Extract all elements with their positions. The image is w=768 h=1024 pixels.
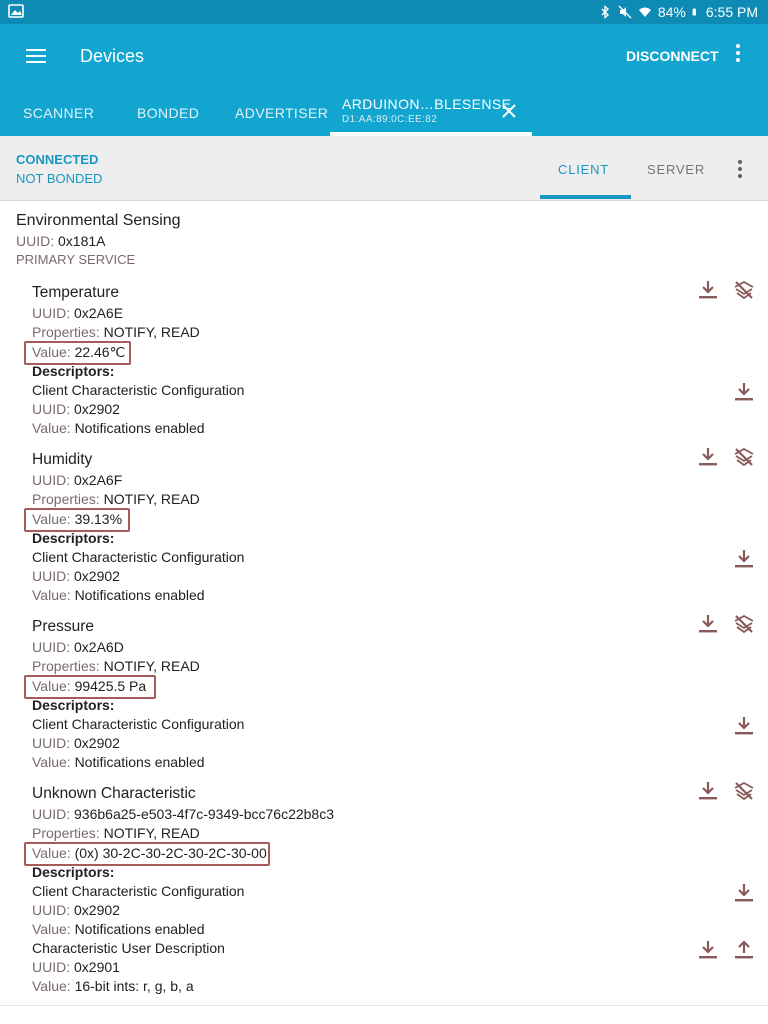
descriptor-uuid: UUID: 0x2902 [32, 401, 120, 417]
descriptor-uuid: UUID: 0x2902 [32, 902, 120, 918]
download-icon[interactable] [697, 613, 719, 635]
mute-icon [618, 5, 632, 19]
notify-off-icon[interactable] [733, 446, 755, 468]
clock: 6:55 PM [705, 4, 758, 20]
characteristic-name: Unknown Characteristic [32, 785, 196, 802]
notify-off-icon[interactable] [733, 780, 755, 802]
descriptor-value: Value: Notifications enabled [32, 420, 205, 436]
descriptor-value: Value: Notifications enabled [32, 587, 205, 603]
descriptor-value: Value: Notifications enabled [32, 921, 205, 937]
tab-client[interactable]: CLIENT [558, 162, 609, 177]
overflow-menu-button[interactable] [730, 44, 746, 68]
service-type: PRIMARY SERVICE [16, 252, 136, 267]
battery-percent: 84% [657, 4, 686, 20]
characteristic-name: Temperature [32, 284, 120, 301]
download-icon[interactable] [697, 939, 719, 961]
descriptors-heading: Descriptors: [32, 697, 115, 713]
client-tab-indicator [540, 195, 631, 199]
connection-overflow-button[interactable] [734, 160, 746, 180]
characteristic-value: Value: (0x) 30-2C-30-2C-30-2C-30-00 [32, 845, 267, 861]
tab-device[interactable]: ARDUINON…BLESENSE D1:AA:89:0C:EE:82 [342, 88, 532, 136]
characteristic-properties: Properties: NOTIFY, READ [32, 324, 200, 340]
characteristic-properties: Properties: NOTIFY, READ [32, 825, 200, 841]
descriptors-heading: Descriptors: [32, 363, 115, 379]
characteristic-uuid: UUID: 936b6a25-e503-4f7c-9349-bcc76c22b8… [32, 806, 334, 822]
bluetooth-icon [601, 5, 609, 19]
hamburger-icon [26, 49, 46, 52]
characteristic-value: Value: 22.46℃ [32, 344, 126, 360]
descriptor-value: Value: Notifications enabled [32, 754, 205, 770]
service-name: Environmental Sensing [16, 212, 181, 229]
descriptor-uuid: UUID: 0x2901 [32, 959, 120, 975]
descriptor-name: Client Characteristic Configuration [32, 382, 245, 398]
descriptor-name: Characteristic User Description [32, 940, 225, 956]
notify-off-icon[interactable] [733, 279, 755, 301]
characteristic-properties: Properties: NOTIFY, READ [32, 658, 200, 674]
tab-server[interactable]: SERVER [647, 162, 705, 177]
characteristic-uuid: UUID: 0x2A6D [32, 639, 124, 655]
descriptors-heading: Descriptors: [32, 530, 115, 546]
tab-device-address: D1:AA:89:0C:EE:82 [342, 114, 438, 125]
characteristic-value: Value: 39.13% [32, 511, 123, 527]
service-list: Environmental Sensing UUID: 0x181A PRIMA… [0, 201, 768, 1024]
upload-icon[interactable] [733, 939, 755, 961]
descriptor-name: Client Characteristic Configuration [32, 883, 245, 899]
descriptor-name: Client Characteristic Configuration [32, 549, 245, 565]
download-icon[interactable] [733, 882, 755, 904]
wifi-icon [638, 7, 651, 17]
more-vert-icon [730, 44, 746, 62]
service-uuid-row: UUID: 0x181A [16, 233, 106, 249]
connection-state: CONNECTED [16, 152, 99, 167]
download-icon[interactable] [733, 548, 755, 570]
download-icon[interactable] [697, 780, 719, 802]
download-icon[interactable] [733, 715, 755, 737]
more-vert-icon [734, 160, 746, 178]
notify-off-icon[interactable] [733, 613, 755, 635]
page-title: Devices [80, 46, 145, 66]
gallery-notification-icon [8, 4, 24, 18]
battery-icon [692, 8, 696, 16]
device-tabs: SCANNER BONDED ADVERTISER ARDUINON…BLESE… [0, 88, 768, 136]
descriptor-value: Value: 16-bit ints: r, g, b, a [32, 978, 194, 994]
descriptor-uuid: UUID: 0x2902 [32, 735, 120, 751]
descriptors-heading: Descriptors: [32, 864, 115, 880]
characteristic-uuid: UUID: 0x2A6F [32, 472, 123, 488]
download-icon[interactable] [697, 279, 719, 301]
disconnect-button[interactable]: DISCONNECT [626, 48, 719, 64]
descriptor-name: Client Characteristic Configuration [32, 716, 245, 732]
characteristic-name: Pressure [32, 618, 95, 635]
menu-button[interactable] [20, 40, 52, 72]
characteristic-value: Value: 99425.5 Pa [32, 678, 147, 694]
download-icon[interactable] [733, 381, 755, 403]
tab-device-name: ARDUINON…BLESENSE [342, 96, 512, 112]
characteristic-name: Humidity [32, 451, 93, 468]
close-icon[interactable] [500, 102, 518, 120]
characteristic-properties: Properties: NOTIFY, READ [32, 491, 200, 507]
list-bottom-divider [0, 1005, 768, 1006]
status-bar: 84% 6:55 PM [0, 0, 768, 24]
characteristic-uuid: UUID: 0x2A6E [32, 305, 124, 321]
descriptor-uuid: UUID: 0x2902 [32, 568, 120, 584]
download-icon[interactable] [697, 446, 719, 468]
app-bar: Devices DISCONNECT SCANNER BONDED ADVERT… [0, 24, 768, 136]
bond-state: NOT BONDED [16, 171, 103, 186]
connection-bar: CONNECTED NOT BONDED CLIENT SERVER [0, 136, 768, 201]
